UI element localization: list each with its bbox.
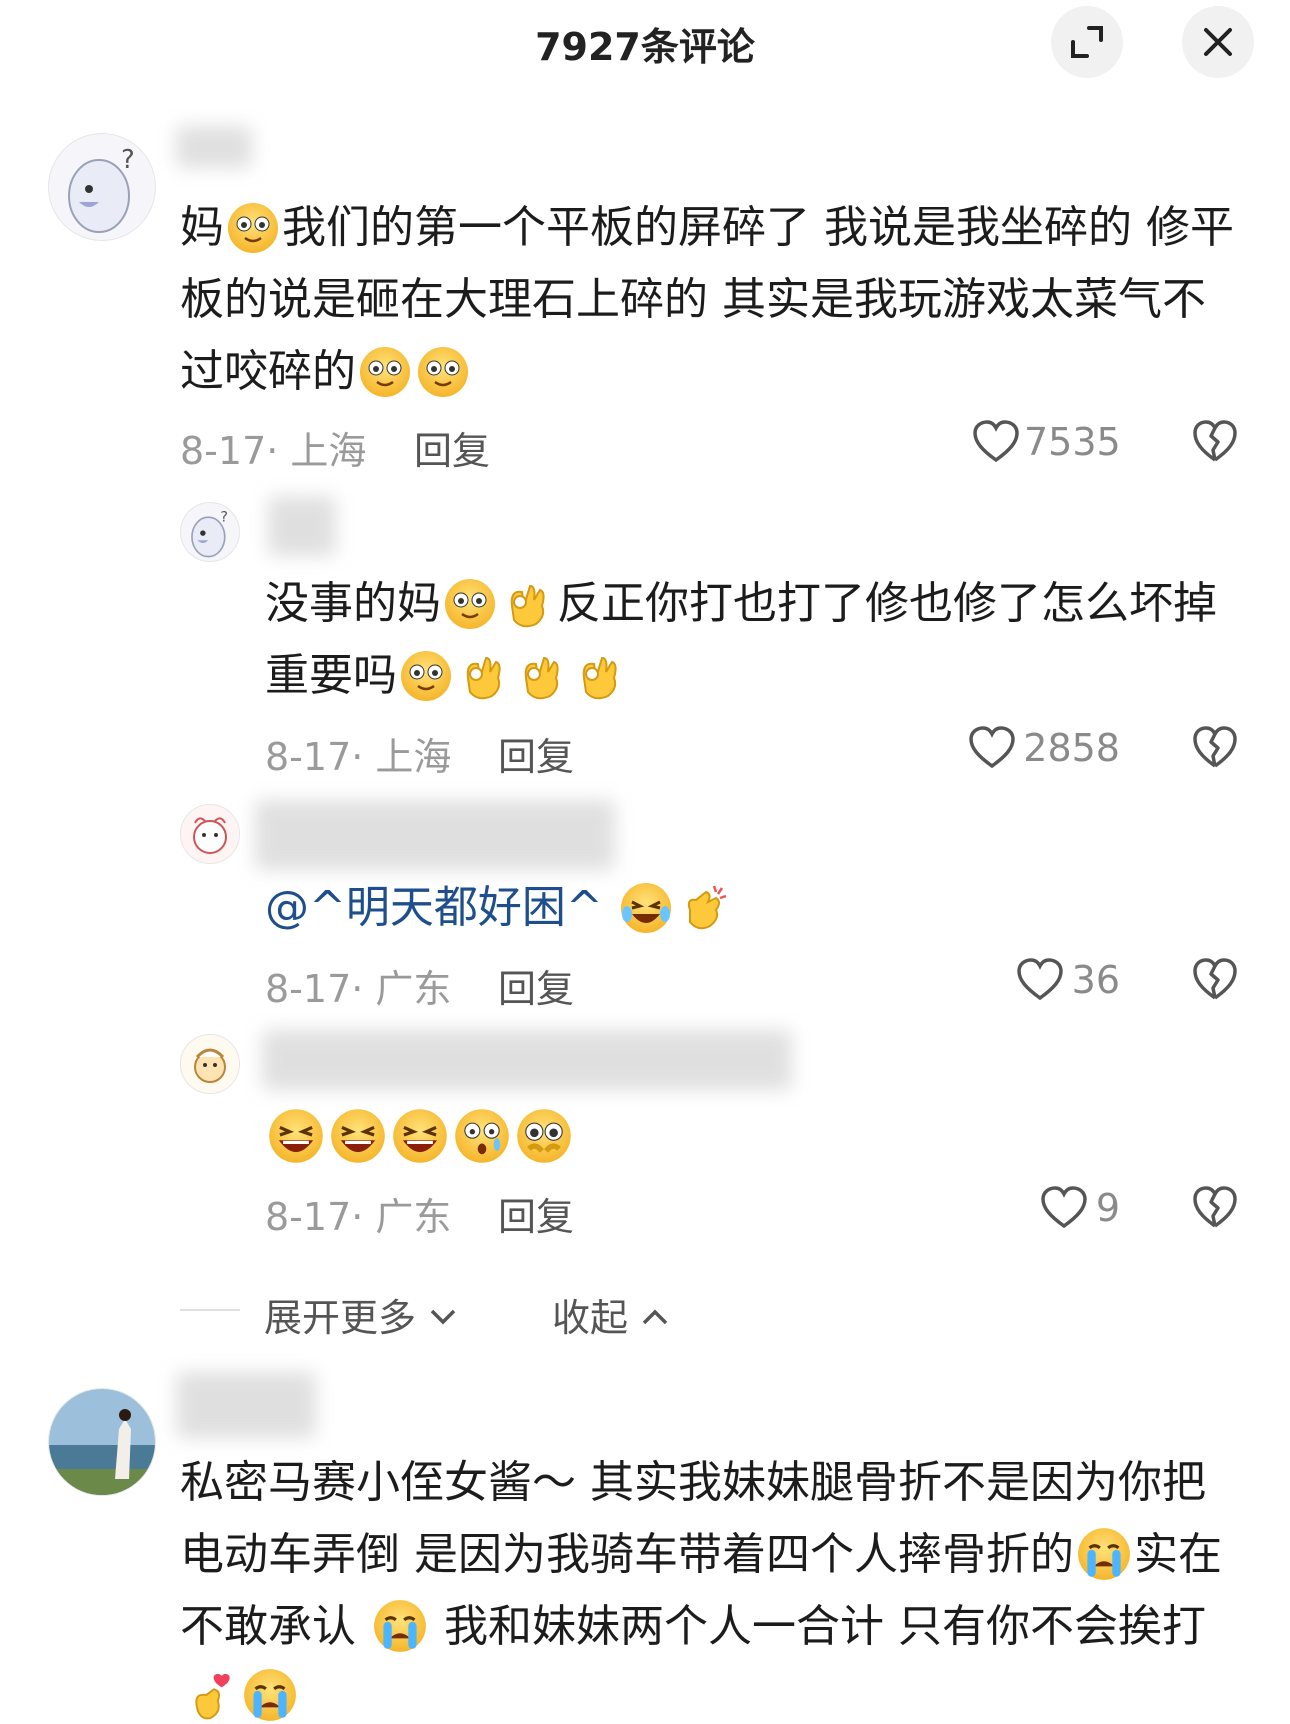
reply-text: @^明天都好困^ xyxy=(265,872,733,944)
avatar[interactable] xyxy=(48,1388,156,1496)
reply-button[interactable]: 回复 xyxy=(498,1186,574,1241)
comment-text: 板的说是砸在大理石上碎的 其实是我玩游戏太菜气不 xyxy=(180,274,1206,325)
reply-date-location: 8-17· 上海 xyxy=(265,735,452,779)
username-blurred[interactable] xyxy=(176,126,252,168)
reply-text: 重要吗 xyxy=(265,640,629,712)
like-count: 7535 xyxy=(1024,420,1121,464)
cartoon-character-avatar-icon xyxy=(181,1035,239,1093)
expand-more-button[interactable]: 展开更多 xyxy=(264,1287,458,1342)
close-button[interactable] xyxy=(1182,6,1254,78)
shy-face-emoji-icon xyxy=(401,651,451,701)
comment-text: 私密马赛小侄女酱～ 其实我妹妹腿骨折不是因为你把 xyxy=(180,1457,1206,1508)
reply-button[interactable]: 回复 xyxy=(498,958,574,1013)
heart-like-icon[interactable] xyxy=(1040,1186,1088,1230)
svg-text:?: ? xyxy=(121,145,135,175)
chevron-down-icon xyxy=(430,1309,456,1325)
collapse-button[interactable]: 收起 xyxy=(552,1287,670,1342)
broken-heart-dislike-icon[interactable] xyxy=(1192,958,1238,1002)
broken-heart-dislike-icon[interactable] xyxy=(1192,726,1238,770)
thread-divider xyxy=(180,1309,240,1311)
finger-heart-emoji-icon xyxy=(195,1673,230,1720)
comment-text: 过咬碎的 xyxy=(180,336,472,408)
reply-button[interactable]: 回复 xyxy=(414,420,490,475)
avatar[interactable]: ? xyxy=(180,502,240,562)
comment-text: 电动车弄倒 是因为我骑车带着四个人摔骨折的 实在 xyxy=(180,1519,1222,1591)
shy-face-emoji-icon xyxy=(418,347,468,397)
reply-text: 没事的妈 反正你打也打了修也修了怎么坏掉 xyxy=(265,568,1217,640)
shy-face-emoji-icon xyxy=(360,347,410,397)
broken-heart-dislike-icon[interactable] xyxy=(1192,420,1238,464)
ok-hand-emoji-icon xyxy=(524,656,559,700)
pleading-tears-emoji-icon xyxy=(517,1109,571,1163)
username-blurred[interactable] xyxy=(255,800,615,870)
username-blurred[interactable] xyxy=(268,496,336,556)
grinning-squint-emoji-icon xyxy=(269,1109,323,1163)
clapping-hands-emoji-icon xyxy=(687,885,727,930)
crying-face-emoji-icon xyxy=(374,1600,426,1652)
like-count: 9 xyxy=(1095,1186,1120,1230)
parrot-avatar-icon: ? xyxy=(191,510,228,558)
photo-avatar-icon xyxy=(49,1389,155,1495)
reply-date-location: 8-17· 广东 xyxy=(265,967,452,1011)
broken-heart-dislike-icon[interactable] xyxy=(1192,1186,1238,1230)
ok-hand-emoji-icon xyxy=(466,656,501,700)
heart-like-icon[interactable] xyxy=(968,726,1016,770)
avatar[interactable] xyxy=(180,1034,240,1094)
ok-hand-emoji-icon xyxy=(510,584,545,628)
comment-date-location: 8-17· 上海 xyxy=(180,429,367,473)
laughing-tears-emoji-icon xyxy=(620,883,671,933)
parrot-avatar-icon: ? xyxy=(68,145,135,233)
grinning-squint-emoji-icon xyxy=(331,1109,385,1163)
heart-like-icon[interactable] xyxy=(972,420,1020,464)
shy-face-emoji-icon xyxy=(228,203,278,253)
cartoon-sheep-avatar-icon xyxy=(181,805,239,863)
comment-text: 不敢承认 我和妹妹两个人一合计 只有你不会挨打 xyxy=(180,1591,1206,1663)
svg-text:?: ? xyxy=(220,510,228,526)
avatar[interactable]: ? xyxy=(48,133,156,241)
like-count: 2858 xyxy=(1023,726,1120,770)
heart-like-icon[interactable] xyxy=(1016,958,1064,1002)
shy-face-emoji-icon xyxy=(445,579,495,629)
reply-text-emojis xyxy=(265,1102,575,1174)
like-count: 36 xyxy=(1071,958,1120,1002)
comment-emoji-line xyxy=(184,1666,300,1724)
close-icon xyxy=(1204,28,1232,56)
grinning-squint-emoji-icon xyxy=(393,1109,447,1163)
avatar[interactable] xyxy=(180,804,240,864)
username-blurred[interactable] xyxy=(262,1030,792,1090)
expand-button[interactable] xyxy=(1051,6,1123,78)
crying-face-emoji-icon xyxy=(1078,1528,1130,1580)
crying-face-emoji-icon xyxy=(244,1669,296,1721)
reply-date-location: 8-17· 广东 xyxy=(265,1195,452,1239)
user-mention[interactable]: @^明天都好困^ xyxy=(265,882,603,933)
ok-hand-emoji-icon xyxy=(582,656,617,700)
comment-text: 妈我们的第一个平板的屏碎了 我说是我坐碎的 修平 xyxy=(180,192,1234,264)
reply-button[interactable]: 回复 xyxy=(498,726,574,781)
dazed-face-emoji-icon xyxy=(455,1109,509,1163)
chevron-up-icon xyxy=(642,1309,668,1325)
fullscreen-icon xyxy=(1071,26,1103,58)
username-blurred[interactable] xyxy=(176,1372,316,1438)
